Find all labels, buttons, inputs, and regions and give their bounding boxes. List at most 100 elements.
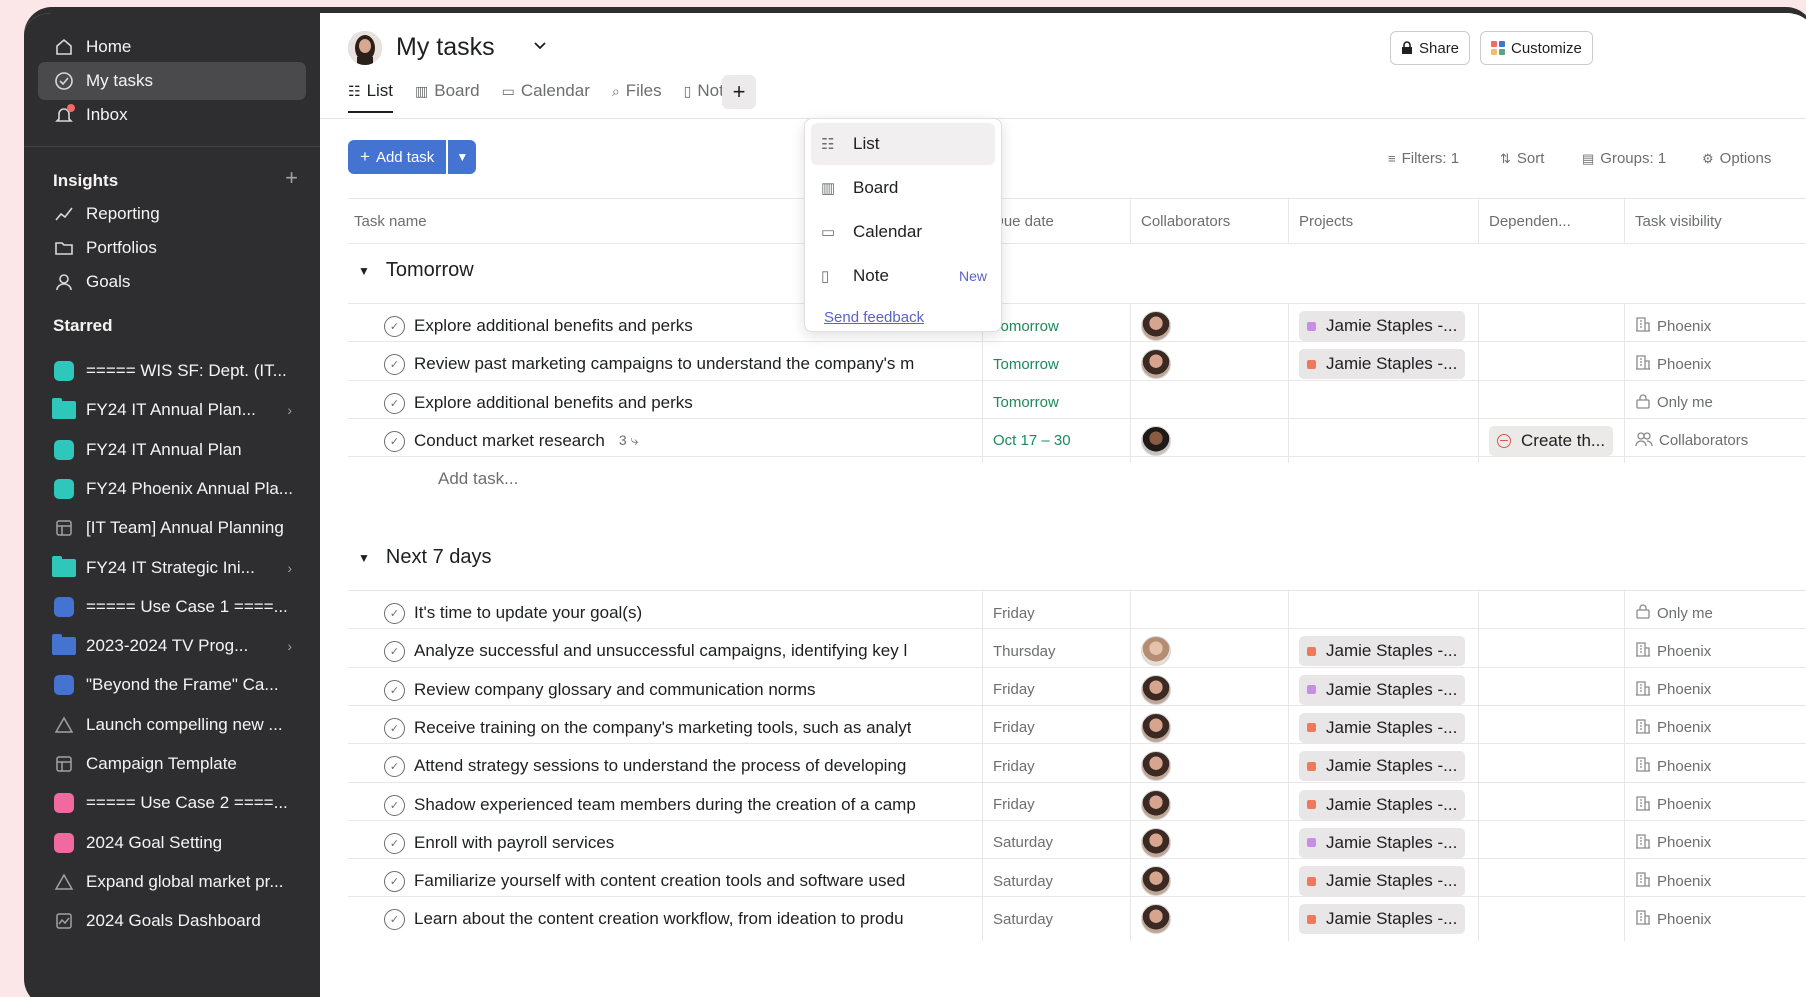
avatar[interactable] — [1141, 751, 1171, 782]
avatar[interactable] — [1141, 636, 1171, 667]
checkmark-icon[interactable]: ✓ — [384, 794, 405, 816]
section-header[interactable]: ▼ Tomorrow — [348, 259, 474, 282]
subtask-count[interactable]: 3 ⤷ — [619, 432, 639, 449]
add-insight-button[interactable]: + — [285, 165, 298, 191]
avatar[interactable] — [1141, 425, 1171, 456]
tab-calendar[interactable]: ▭ Calendar — [502, 75, 590, 107]
project-pill[interactable]: Jamie Staples -... — [1299, 827, 1466, 858]
checkmark-icon[interactable]: ✓ — [384, 871, 405, 893]
column-header-dependencies[interactable]: Dependen... — [1478, 198, 1624, 244]
dependency-pill[interactable]: Create th... — [1489, 425, 1614, 456]
sidebar-item-starred[interactable]: "Beyond the Frame" Ca... — [38, 666, 306, 704]
checkmark-icon[interactable]: ✓ — [384, 392, 405, 414]
project-pill[interactable]: Jamie Staples -... — [1299, 674, 1466, 705]
sidebar-item-starred[interactable]: Expand global market pr... — [38, 863, 306, 901]
sidebar-item-starred[interactable]: Campaign Template — [38, 745, 306, 783]
sidebar-item-reporting[interactable]: Reporting — [38, 195, 306, 233]
sidebar-item-starred[interactable]: 2024 Goal Setting — [38, 824, 306, 862]
avatar[interactable] — [1141, 311, 1171, 341]
sidebar-item-starred[interactable]: [IT Team] Annual Planning — [38, 509, 306, 547]
checkmark-icon[interactable]: ✓ — [384, 641, 405, 663]
sidebar-item-starred[interactable]: 2024 Goals Dashboard — [38, 902, 306, 940]
column-header-task-visibility[interactable]: Task visibility — [1624, 198, 1806, 244]
column-header-collaborators[interactable]: Collaborators — [1130, 198, 1288, 244]
checkmark-icon[interactable]: ✓ — [384, 679, 405, 701]
table-row[interactable]: ✓ Learn about the content creation workfl… — [348, 896, 1806, 942]
project-pill[interactable]: Jamie Staples -... — [1299, 712, 1466, 743]
checkmark-icon[interactable]: ✓ — [384, 316, 405, 337]
project-pill[interactable]: Jamie Staples -... — [1299, 636, 1466, 667]
due-date-cell[interactable]: Saturday — [982, 897, 1130, 942]
checkmark-icon[interactable]: ✓ — [384, 603, 405, 624]
sidebar-item-goals[interactable]: Goals — [38, 263, 306, 301]
avatar[interactable] — [1141, 827, 1171, 858]
avatar[interactable] — [1141, 349, 1171, 380]
avatar[interactable] — [1141, 866, 1171, 897]
sidebar-item-inbox[interactable]: Inbox — [38, 96, 306, 134]
checkmark-icon[interactable]: ✓ — [384, 909, 405, 931]
menu-item-note[interactable]: ▯ Note New — [811, 255, 995, 297]
checkmark-icon[interactable]: ✓ — [384, 430, 405, 452]
sidebar-item-starred[interactable]: Launch compelling new ... — [38, 706, 306, 744]
groups-button[interactable]: ▤ Groups: 1 — [1582, 150, 1666, 167]
sidebar-item-starred[interactable]: FY24 IT Strategic Ini... › — [38, 549, 306, 587]
menu-item-calendar[interactable]: ▭ Calendar — [811, 211, 995, 253]
dependencies-cell[interactable] — [1478, 897, 1624, 942]
project-pill[interactable]: Jamie Staples -... — [1299, 349, 1466, 380]
tab-board[interactable]: ▥ Board — [415, 75, 480, 107]
sort-button[interactable]: ⇅ Sort — [1500, 150, 1544, 167]
options-button[interactable]: ⚙ Options — [1702, 150, 1771, 167]
chevron-right-icon[interactable]: › — [287, 402, 292, 418]
project-pill[interactable]: Jamie Staples -... — [1299, 751, 1466, 782]
starred-header[interactable]: Starred — [53, 316, 113, 336]
chevron-down-icon[interactable] — [532, 37, 548, 58]
sidebar-item-starred[interactable]: 2023-2024 TV Prog... › — [38, 627, 306, 665]
section-header[interactable]: ▼ Next 7 days — [348, 546, 492, 569]
sidebar-item-starred[interactable]: FY24 Phoenix Annual Pla... — [38, 470, 306, 508]
avatar[interactable] — [1141, 789, 1171, 820]
add-task-row[interactable]: Add task... — [348, 456, 1806, 500]
sidebar-item-starred[interactable]: ===== Use Case 1 ====... — [38, 588, 306, 626]
project-pill[interactable]: Jamie Staples -... — [1299, 789, 1466, 820]
task-name-cell[interactable]: ✓ Learn about the content creation workfl… — [348, 897, 982, 941]
project-pill[interactable]: Jamie Staples -... — [1299, 311, 1466, 341]
sidebar-item-starred[interactable]: FY24 IT Annual Plan — [38, 431, 306, 469]
column-header-due-date[interactable]: Due date — [982, 198, 1130, 244]
checkmark-icon[interactable]: ✓ — [384, 832, 405, 854]
checkmark-icon[interactable]: ✓ — [384, 717, 405, 739]
send-feedback-link[interactable]: Send feedback — [824, 309, 924, 326]
sidebar-item-my-tasks[interactable]: My tasks — [38, 62, 306, 100]
avatar[interactable] — [1141, 712, 1171, 743]
project-pill[interactable]: Jamie Staples -... — [1299, 866, 1466, 897]
share-button[interactable]: Share — [1390, 31, 1471, 65]
projects-cell[interactable]: Jamie Staples -... — [1288, 897, 1478, 942]
sidebar-item-starred[interactable]: FY24 IT Annual Plan... › — [38, 391, 306, 429]
chevron-right-icon[interactable]: › — [287, 638, 292, 654]
checkmark-icon[interactable]: ✓ — [384, 354, 405, 376]
project-pill[interactable]: Jamie Staples -... — [1299, 904, 1466, 935]
visibility-cell[interactable]: Phoenix — [1624, 897, 1806, 942]
customize-button[interactable]: Customize — [1480, 31, 1593, 65]
collapse-triangle-icon[interactable]: ▼ — [358, 551, 370, 565]
add-task-dropdown-button[interactable]: ▼ — [448, 140, 477, 174]
tab-list[interactable]: ☷ List — [348, 75, 394, 113]
avatar[interactable] — [1141, 904, 1171, 935]
sidebar-item-home[interactable]: Home — [38, 28, 306, 66]
sidebar-item-starred[interactable]: ===== WIS SF: Dept. (IT... — [38, 352, 306, 390]
add-tab-button[interactable]: + — [722, 75, 756, 109]
sidebar-item-starred[interactable]: ===== Use Case 2 ====... — [38, 784, 306, 822]
column-header-projects[interactable]: Projects — [1288, 198, 1478, 244]
menu-item-board[interactable]: ▥ Board — [811, 167, 995, 209]
user-avatar[interactable] — [348, 31, 382, 65]
checkmark-icon[interactable]: ✓ — [384, 756, 405, 778]
menu-item-list[interactable]: ☷ List — [811, 123, 995, 165]
collaborators-cell[interactable] — [1130, 897, 1288, 942]
sidebar-item-portfolios[interactable]: Portfolios — [38, 229, 306, 267]
chevron-right-icon[interactable]: › — [287, 560, 292, 576]
tab-files[interactable]: ⌕ Files — [612, 75, 662, 107]
insights-header[interactable]: Insights — [53, 171, 118, 191]
filters-button[interactable]: ≡ Filters: 1 — [1388, 150, 1459, 167]
collapse-triangle-icon[interactable]: ▼ — [358, 264, 370, 278]
avatar[interactable] — [1141, 674, 1171, 705]
add-task-button[interactable]: + Add task — [348, 140, 447, 174]
